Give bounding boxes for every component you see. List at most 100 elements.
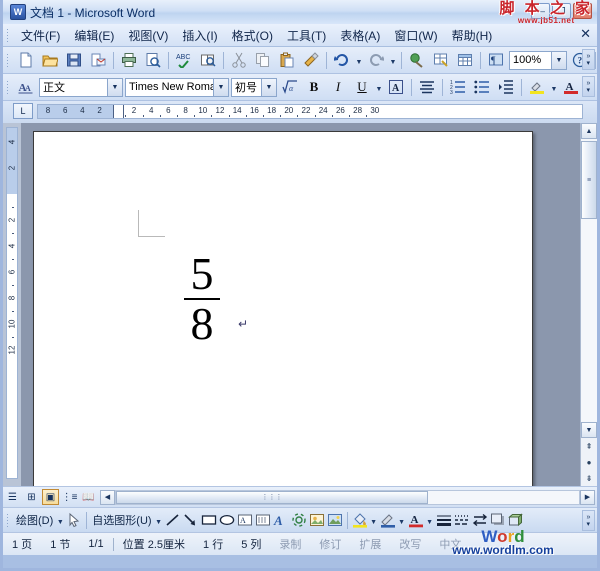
fraction-field[interactable]: 5 8 [184, 252, 220, 346]
print-preview-icon[interactable] [141, 49, 165, 72]
style-dropdown-arrow[interactable]: ▼ [107, 79, 122, 96]
new-document-icon[interactable] [14, 49, 38, 72]
character-border-icon[interactable]: A [384, 76, 408, 99]
shadow-style-icon[interactable] [489, 512, 507, 528]
font-color-icon[interactable]: A [407, 512, 425, 528]
styles-and-formatting-icon[interactable]: AA [14, 76, 38, 99]
document-page[interactable]: 5 8 ↵ [33, 131, 533, 486]
font-combo[interactable]: Times New Roma ▼ [125, 78, 229, 97]
select-browse-object-button[interactable]: ● [582, 455, 596, 469]
autoshapes-menu-button[interactable]: 自选图形(U) [90, 512, 153, 528]
horizontal-scrollbar[interactable]: ◀ ⋮⋮⋮ ▶ [100, 490, 595, 505]
zoom-combo[interactable]: 100% ▼ [509, 51, 567, 70]
scroll-down-button[interactable]: ▼ [581, 422, 597, 438]
autoshapes-menu-arrow[interactable]: ▼ [154, 510, 164, 531]
horizontal-scroll-thumb[interactable]: ⋮⋮⋮ [116, 491, 428, 504]
menu-format[interactable]: 格式(O) [225, 25, 280, 46]
copy-icon[interactable] [251, 49, 275, 72]
text-box-icon[interactable]: A [236, 512, 254, 528]
diagram-icon[interactable] [290, 512, 308, 528]
insert-table-icon[interactable] [453, 49, 477, 72]
rectangle-icon[interactable] [200, 512, 218, 528]
italic-icon[interactable]: I [326, 76, 350, 99]
view-web-layout[interactable]: ⊞ [23, 489, 40, 505]
horizontal-scroll-track[interactable]: ⋮⋮⋮ [115, 490, 580, 505]
paste-icon[interactable] [275, 49, 299, 72]
open-folder-icon[interactable] [38, 49, 62, 72]
increase-indent-icon[interactable] [494, 76, 518, 99]
3d-style-icon[interactable] [507, 512, 525, 528]
highlight-color-dropdown-arrow[interactable]: ▼ [549, 77, 559, 98]
arrow-style-icon[interactable] [471, 512, 489, 528]
menu-file[interactable]: 文件(F) [14, 25, 67, 46]
vertical-text-box-icon[interactable] [254, 512, 272, 528]
bold-icon[interactable]: B [302, 76, 326, 99]
status-revision-mode[interactable]: 修订 [310, 536, 350, 552]
menu-help[interactable]: 帮助(H) [445, 25, 500, 46]
research-icon[interactable] [196, 49, 220, 72]
horizontal-ruler[interactable]: 864224681012141618202224262830 [37, 104, 583, 119]
status-extend-mode[interactable]: 扩展 [350, 536, 390, 552]
menu-bar-grip[interactable] [5, 27, 11, 43]
standard-toolbar-grip[interactable] [5, 52, 11, 68]
undo-dropdown-arrow[interactable]: ▼ [354, 50, 364, 71]
show-formatting-marks-icon[interactable]: ¶ [484, 49, 508, 72]
style-combo[interactable]: 正文 ▼ [39, 78, 123, 97]
next-page-button[interactable]: ⇟ [582, 471, 596, 485]
fill-color-dropdown-arrow[interactable]: ▼ [369, 510, 379, 531]
view-print-layout[interactable]: ▣ [42, 489, 59, 505]
menu-insert[interactable]: 插入(I) [175, 25, 224, 46]
align-center-icon[interactable] [415, 76, 439, 99]
highlight-color-icon[interactable] [525, 76, 549, 99]
bulleted-list-icon[interactable] [470, 76, 494, 99]
minimize-button[interactable]: — [531, 3, 550, 19]
drawing-toolbar-overflow-button[interactable]: »▾ [582, 510, 595, 531]
spelling-check-icon[interactable]: ABC [172, 49, 196, 72]
oval-icon[interactable] [218, 512, 236, 528]
clip-art-icon[interactable] [308, 512, 326, 528]
undo-icon[interactable] [330, 49, 354, 72]
close-document-button[interactable]: ✕ [580, 26, 591, 42]
line-color-icon[interactable] [379, 512, 397, 528]
arrow-icon[interactable] [182, 512, 200, 528]
underline-icon[interactable]: U [350, 76, 374, 99]
scroll-right-button[interactable]: ▶ [580, 490, 595, 505]
print-icon[interactable] [117, 49, 141, 72]
equation-icon[interactable]: α [278, 76, 302, 99]
formatting-toolbar-grip[interactable] [5, 79, 11, 95]
cut-icon[interactable] [227, 49, 251, 72]
menu-view[interactable]: 视图(V) [121, 25, 175, 46]
menu-window[interactable]: 窗口(W) [387, 25, 444, 46]
zoom-dropdown-arrow[interactable]: ▼ [551, 52, 566, 69]
font-size-dropdown-arrow[interactable]: ▼ [261, 79, 276, 96]
status-language[interactable]: 中文 [430, 536, 470, 552]
vertical-ruler[interactable]: 4224681012 [6, 127, 18, 479]
menu-edit[interactable]: 编辑(E) [67, 25, 121, 46]
underline-dropdown-arrow[interactable]: ▼ [374, 77, 384, 98]
status-overtype-mode[interactable]: 改写 [390, 536, 430, 552]
redo-dropdown-arrow[interactable]: ▼ [388, 50, 398, 71]
scroll-up-button[interactable]: ▲ [581, 123, 597, 139]
formatting-toolbar-overflow-button[interactable]: »▾ [582, 76, 595, 97]
close-button[interactable]: ✕ [573, 3, 592, 19]
wordart-icon[interactable]: A [272, 512, 290, 528]
dash-style-icon[interactable] [453, 512, 471, 528]
redo-icon[interactable] [364, 49, 388, 72]
view-reading-layout[interactable]: 📖 [80, 489, 97, 505]
picture-icon[interactable] [326, 512, 344, 528]
restore-button[interactable]: ❐ [552, 3, 571, 19]
tab-stop-selector[interactable]: L [13, 103, 33, 119]
vertical-scroll-track[interactable]: ≡ [581, 139, 597, 422]
email-icon[interactable] [86, 49, 110, 72]
line-color-dropdown-arrow[interactable]: ▼ [397, 510, 407, 531]
indent-marker[interactable] [113, 104, 124, 119]
draw-menu-button[interactable]: 绘图(D) [14, 512, 55, 528]
standard-toolbar-overflow-button[interactable]: »▾ [582, 49, 595, 70]
document-canvas[interactable]: 5 8 ↵ [21, 123, 580, 486]
hyperlink-icon[interactable] [405, 49, 429, 72]
view-outline[interactable]: ⋮≡ [61, 489, 78, 505]
view-normal[interactable]: ☰ [4, 489, 21, 505]
fill-color-icon[interactable] [351, 512, 369, 528]
format-painter-icon[interactable] [299, 49, 323, 72]
draw-menu-arrow[interactable]: ▼ [55, 510, 65, 531]
